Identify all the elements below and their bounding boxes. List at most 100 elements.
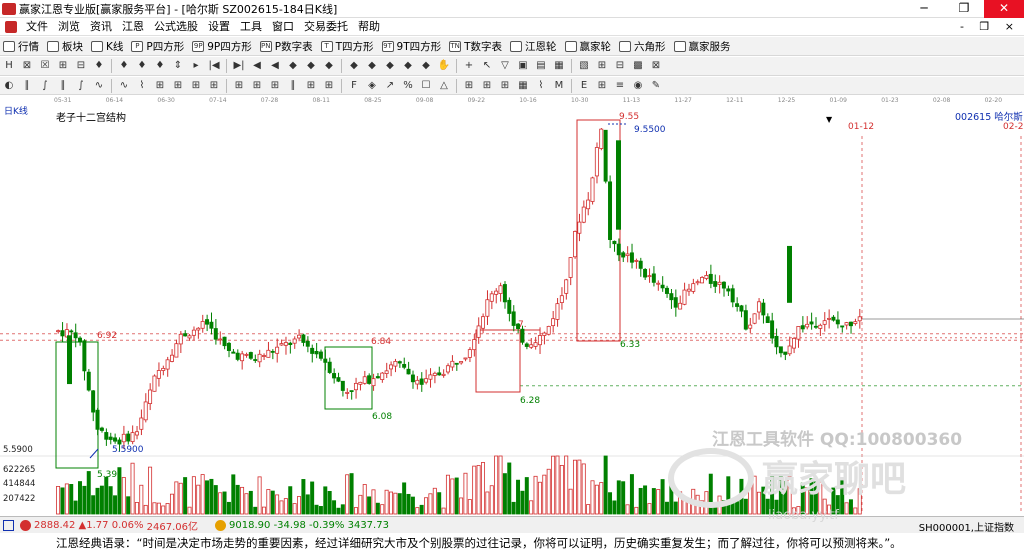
tool-icon[interactable]: ◆ bbox=[286, 59, 300, 73]
tool-icon[interactable]: E bbox=[577, 79, 591, 93]
tool-icon[interactable]: ▽ bbox=[498, 59, 512, 73]
tool-icon[interactable]: ↗ bbox=[383, 79, 397, 93]
menu-gann[interactable]: 江恩 bbox=[117, 18, 149, 36]
tool-icon[interactable]: ✎ bbox=[649, 79, 663, 93]
tool-icon[interactable]: ∥ bbox=[20, 79, 34, 93]
tool-icon[interactable]: F bbox=[347, 79, 361, 93]
tool-icon[interactable]: △ bbox=[437, 79, 451, 93]
tool-icon[interactable]: H bbox=[2, 59, 16, 73]
tool-icon[interactable]: ↖ bbox=[480, 59, 494, 73]
tool-icon[interactable]: ⊞ bbox=[595, 79, 609, 93]
tool-icon[interactable]: ▣ bbox=[516, 59, 530, 73]
tool-icon[interactable]: ⊞ bbox=[207, 79, 221, 93]
tool-icon[interactable]: ◀ bbox=[268, 59, 282, 73]
tool-icon[interactable]: ∿ bbox=[117, 79, 131, 93]
tool-icon[interactable]: ⊞ bbox=[189, 79, 203, 93]
tool-icon[interactable]: ▤ bbox=[534, 59, 548, 73]
tool-icon[interactable]: ⊞ bbox=[498, 79, 512, 93]
toolbar-button-3[interactable]: P P四方形 bbox=[128, 38, 189, 55]
tool-icon[interactable]: ▦ bbox=[552, 59, 566, 73]
tool-icon[interactable]: ⌇ bbox=[135, 79, 149, 93]
minimize-button[interactable]: ─ bbox=[904, 0, 944, 18]
tool-icon[interactable]: ≡ bbox=[613, 79, 627, 93]
tool-icon[interactable]: ⊞ bbox=[480, 79, 494, 93]
tool-icon[interactable]: ⊞ bbox=[304, 79, 318, 93]
toolbar-button-6[interactable]: T T四方形 bbox=[318, 38, 379, 55]
tool-icon[interactable]: ◆ bbox=[347, 59, 361, 73]
tool-icon[interactable]: ◀ bbox=[250, 59, 264, 73]
tool-icon[interactable]: ⊞ bbox=[171, 79, 185, 93]
tool-icon[interactable]: ◆ bbox=[401, 59, 415, 73]
toolbar-button-0[interactable]: 行情 bbox=[0, 38, 44, 55]
menu-help[interactable]: 帮助 bbox=[353, 18, 385, 36]
toolbar-button-9[interactable]: 江恩轮 bbox=[507, 38, 562, 55]
toolbar-button-8[interactable]: TN T数字表 bbox=[446, 38, 507, 55]
tool-icon[interactable]: ♦ bbox=[117, 59, 131, 73]
status-index-name[interactable]: SH000001,上证指数 bbox=[919, 519, 1014, 534]
tool-icon[interactable]: ◆ bbox=[419, 59, 433, 73]
tool-icon[interactable]: ✋ bbox=[437, 59, 451, 73]
tool-icon[interactable]: ▦ bbox=[516, 79, 530, 93]
tool-icon[interactable]: ⊟ bbox=[613, 59, 627, 73]
toolbar-button-2[interactable]: K线 bbox=[88, 38, 128, 55]
restore-button[interactable]: ❐ bbox=[944, 0, 984, 18]
tool-icon[interactable]: ⊠ bbox=[649, 59, 663, 73]
toolbar-button-10[interactable]: 赢家轮 bbox=[562, 38, 617, 55]
tool-icon[interactable]: % bbox=[401, 79, 415, 93]
menu-browse[interactable]: 浏览 bbox=[53, 18, 85, 36]
tool-icon[interactable]: ♦ bbox=[153, 59, 167, 73]
toolbar-button-11[interactable]: 六角形 bbox=[616, 38, 671, 55]
tool-icon[interactable]: ∥ bbox=[56, 79, 70, 93]
tool-icon[interactable]: ▸ bbox=[189, 59, 203, 73]
child-window-controls[interactable]: - ❐ × bbox=[960, 18, 1020, 36]
grid-icon[interactable] bbox=[3, 519, 14, 531]
tool-icon[interactable]: ☐ bbox=[419, 79, 433, 93]
tool-icon[interactable]: ☒ bbox=[38, 59, 52, 73]
tool-icon[interactable]: ◆ bbox=[365, 59, 379, 73]
toolbar-button-1[interactable]: 板块 bbox=[44, 38, 88, 55]
tool-icon[interactable]: ⊞ bbox=[462, 79, 476, 93]
menu-trade[interactable]: 交易委托 bbox=[299, 18, 353, 36]
tool-icon[interactable]: ⊞ bbox=[595, 59, 609, 73]
tool-icon[interactable]: ◈ bbox=[365, 79, 379, 93]
tool-icon[interactable]: ⊞ bbox=[56, 59, 70, 73]
tool-icon[interactable]: ⊞ bbox=[153, 79, 167, 93]
tool-icon[interactable]: |◀ bbox=[207, 59, 221, 73]
tool-icon[interactable]: ▩ bbox=[631, 59, 645, 73]
tool-icon[interactable]: ⌇ bbox=[534, 79, 548, 93]
tool-icon[interactable]: M bbox=[552, 79, 566, 93]
close-button[interactable]: ✕ bbox=[984, 0, 1024, 18]
tool-icon[interactable]: ⇕ bbox=[171, 59, 185, 73]
toolbar-button-5[interactable]: PN P数字表 bbox=[257, 38, 318, 55]
tool-icon[interactable]: ⊞ bbox=[322, 79, 336, 93]
tool-icon[interactable]: ♦ bbox=[135, 59, 149, 73]
candle-body bbox=[419, 378, 424, 385]
toolbar-button-4[interactable]: 9P 9P四方形 bbox=[189, 38, 257, 55]
tool-icon[interactable]: ∥ bbox=[286, 79, 300, 93]
tool-icon[interactable]: ∿ bbox=[92, 79, 106, 93]
menu-file[interactable]: 文件 bbox=[21, 18, 53, 36]
tool-icon[interactable]: ◐ bbox=[2, 79, 16, 93]
tool-icon[interactable]: ♦ bbox=[92, 59, 106, 73]
tool-icon[interactable]: ◆ bbox=[304, 59, 318, 73]
menu-formula[interactable]: 公式选股 bbox=[149, 18, 203, 36]
tool-icon[interactable]: ◆ bbox=[322, 59, 336, 73]
menu-info[interactable]: 资讯 bbox=[85, 18, 117, 36]
menu-settings[interactable]: 设置 bbox=[203, 18, 235, 36]
tool-icon[interactable]: ∫ bbox=[38, 79, 52, 93]
toolbar-button-7[interactable]: 9T 9T四方形 bbox=[379, 38, 447, 55]
tool-icon[interactable]: ▶| bbox=[232, 59, 246, 73]
tool-icon[interactable]: ⊞ bbox=[250, 79, 264, 93]
menu-tools[interactable]: 工具 bbox=[235, 18, 267, 36]
tool-icon[interactable]: ∫ bbox=[74, 79, 88, 93]
tool-icon[interactable]: ⊞ bbox=[232, 79, 246, 93]
tool-icon[interactable]: + bbox=[462, 59, 476, 73]
tool-icon[interactable]: ◆ bbox=[383, 59, 397, 73]
tool-icon[interactable]: ⊠ bbox=[20, 59, 34, 73]
tool-icon[interactable]: ⊞ bbox=[268, 79, 282, 93]
toolbar-button-12[interactable]: 赢家服务 bbox=[671, 38, 736, 55]
menu-window[interactable]: 窗口 bbox=[267, 18, 299, 36]
tool-icon[interactable]: ▧ bbox=[577, 59, 591, 73]
tool-icon[interactable]: ◉ bbox=[631, 79, 645, 93]
tool-icon[interactable]: ⊟ bbox=[74, 59, 88, 73]
